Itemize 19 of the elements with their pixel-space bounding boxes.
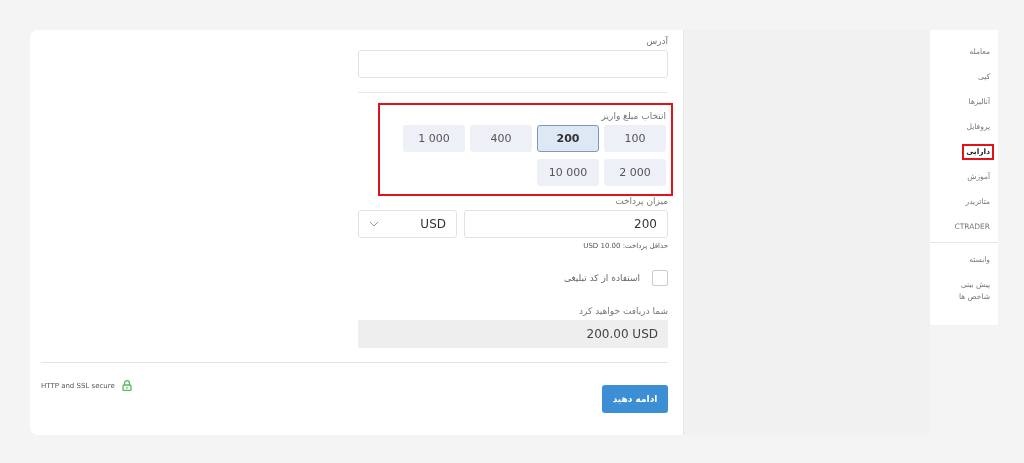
field-label: میزان پرداخت — [615, 196, 668, 206]
field-label: انتخاب مبلغ واریز — [601, 111, 666, 121]
amount-option[interactable]: 200 — [537, 125, 599, 152]
amount-option[interactable]: 100 — [604, 125, 666, 152]
receive-amount: 200.00 USD — [358, 320, 668, 348]
continue-button[interactable]: ادامه دهید — [602, 385, 668, 413]
amount-field[interactable]: 200 — [464, 210, 668, 238]
currency-select[interactable]: USD — [358, 210, 457, 238]
amount-option[interactable]: 400 — [470, 125, 532, 152]
checkbox-label: استفاده از کد تبلیغی — [564, 273, 640, 283]
field-label: شما دریافت خواهید کرد — [579, 306, 668, 316]
checkbox[interactable] — [652, 270, 668, 286]
field-label: آدرس — [646, 36, 668, 46]
amount-option[interactable]: 10 000 — [537, 159, 599, 186]
lock-icon — [121, 380, 132, 391]
amount-option[interactable]: 1 000 — [403, 125, 465, 152]
amount-option[interactable]: 2 000 — [604, 159, 666, 186]
address-field[interactable] — [358, 50, 668, 78]
caret-icon — [369, 221, 379, 227]
